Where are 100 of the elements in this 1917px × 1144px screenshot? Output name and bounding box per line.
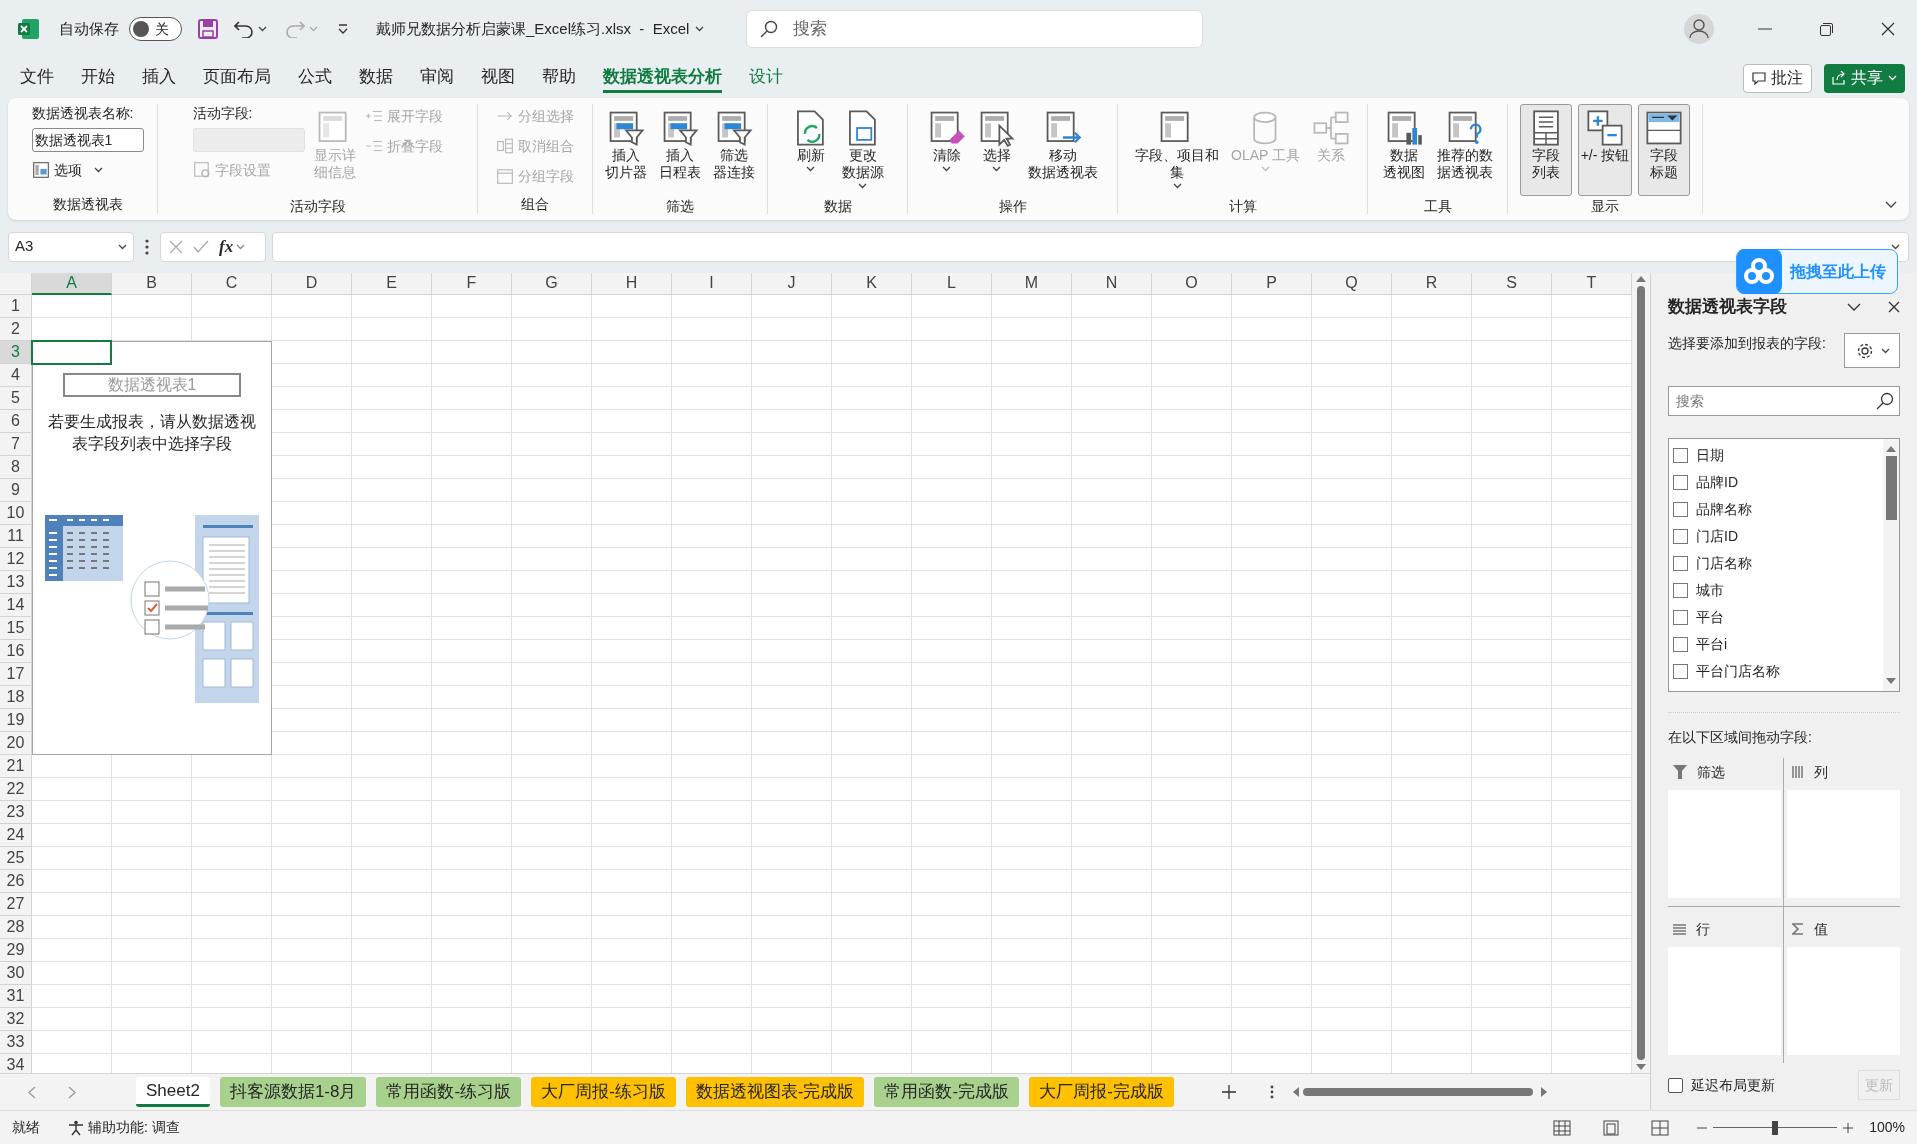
row-header[interactable]: 28: [0, 916, 32, 939]
field-checkbox[interactable]: [1673, 664, 1688, 679]
row-header[interactable]: 25: [0, 847, 32, 870]
ribbon-button[interactable]: 插入 日程表: [656, 104, 704, 196]
autosave-toggle[interactable]: 关: [129, 17, 182, 41]
column-header[interactable]: L: [912, 273, 992, 295]
field-label[interactable]: 门店ID: [1696, 526, 1738, 547]
sheet-tab[interactable]: 数据透视图表-完成版: [685, 1077, 865, 1107]
ribbon-button[interactable]: 推荐的数 据透视表: [1433, 104, 1496, 196]
row-header[interactable]: 23: [0, 801, 32, 824]
formula-input[interactable]: [272, 231, 1909, 262]
ribbon-button[interactable]: 选项: [31, 158, 144, 182]
row-header[interactable]: 12: [0, 548, 32, 571]
row-header[interactable]: 33: [0, 1031, 32, 1054]
restore-icon[interactable]: [1820, 22, 1833, 36]
field-checkbox[interactable]: [1673, 475, 1688, 490]
sheet-tab[interactable]: Sheet2: [136, 1077, 210, 1107]
page-layout-icon[interactable]: [1603, 1119, 1620, 1136]
row-header[interactable]: 31: [0, 985, 32, 1008]
scroll-down-icon[interactable]: [1636, 1064, 1646, 1071]
cell-grid[interactable]: [32, 295, 1632, 1073]
ribbon-tab[interactable]: 数据透视表分析: [603, 63, 722, 93]
collapse-ribbon-icon[interactable]: [1885, 201, 1897, 208]
column-header[interactable]: O: [1152, 273, 1232, 295]
field-label[interactable]: 平台门店名称: [1696, 661, 1780, 682]
scrollbar-thumb[interactable]: [1885, 456, 1897, 520]
column-header[interactable]: Q: [1312, 273, 1392, 295]
customize-toolbar-icon[interactable]: [338, 24, 348, 34]
ribbon-button[interactable]: 字段 标题: [1638, 104, 1691, 196]
chevron-down-icon[interactable]: [1847, 303, 1861, 311]
ribbon-button[interactable]: 移动 数据透视表: [1024, 104, 1101, 196]
check-icon[interactable]: [193, 240, 209, 253]
column-header[interactable]: F: [432, 273, 512, 295]
column-header[interactable]: A: [32, 273, 112, 295]
row-header[interactable]: 24: [0, 824, 32, 847]
field-label[interactable]: 品牌名称: [1696, 499, 1752, 520]
row-header[interactable]: 32: [0, 1008, 32, 1031]
ribbon-button[interactable]: 筛选 器连接: [710, 104, 758, 196]
ribbon-tab[interactable]: 视图: [481, 63, 515, 93]
ribbon-button[interactable]: 更改 数据源: [838, 104, 887, 196]
scroll-left-icon[interactable]: [1291, 1087, 1299, 1097]
field-checkbox[interactable]: [1673, 637, 1688, 652]
accessibility-status[interactable]: 辅助功能: 调查: [88, 1117, 180, 1138]
field-label[interactable]: 品牌ID: [1696, 472, 1738, 493]
row-header[interactable]: 16: [0, 640, 32, 663]
column-header[interactable]: H: [592, 273, 672, 295]
row-header[interactable]: 13: [0, 571, 32, 594]
column-header[interactable]: K: [832, 273, 912, 295]
row-header[interactable]: 19: [0, 709, 32, 732]
row-header[interactable]: 4: [0, 364, 32, 387]
defer-checkbox[interactable]: [1668, 1077, 1683, 1093]
more-options-icon[interactable]: [145, 238, 149, 255]
ribbon-button[interactable]: 刷新: [788, 104, 833, 196]
row-header[interactable]: 21: [0, 755, 32, 778]
zoom-in-icon[interactable]: [1843, 1122, 1854, 1133]
share-button[interactable]: 共享: [1824, 63, 1905, 93]
row-header[interactable]: 17: [0, 663, 32, 686]
field-checkbox[interactable]: [1673, 502, 1688, 517]
field-label[interactable]: 平台: [1696, 607, 1724, 628]
ribbon-tab[interactable]: 页面布局: [203, 63, 271, 93]
row-header[interactable]: 7: [0, 433, 32, 456]
column-header[interactable]: R: [1392, 273, 1472, 295]
column-header[interactable]: S: [1472, 273, 1552, 295]
avatar-icon[interactable]: [1684, 14, 1714, 44]
row-header[interactable]: 27: [0, 893, 32, 916]
normal-view-icon[interactable]: [1553, 1119, 1572, 1136]
save-icon[interactable]: [198, 19, 218, 39]
row-header[interactable]: 26: [0, 870, 32, 893]
row-header[interactable]: 14: [0, 594, 32, 617]
ribbon-button[interactable]: 选择: [974, 104, 1019, 196]
column-header[interactable]: D: [272, 273, 352, 295]
insert-function-button[interactable]: fx: [219, 233, 246, 260]
scroll-up-icon[interactable]: [1886, 445, 1896, 452]
field-label[interactable]: 城市: [1696, 580, 1724, 601]
search-field[interactable]: 搜索: [746, 10, 1204, 48]
field-label[interactable]: 日期: [1696, 445, 1724, 466]
row-header[interactable]: 9: [0, 479, 32, 502]
next-sheet-icon[interactable]: [68, 1085, 76, 1099]
sheet-tab[interactable]: 大厂周报-练习版: [531, 1077, 676, 1107]
settings-button[interactable]: [1844, 333, 1900, 368]
previous-sheet-icon[interactable]: [28, 1085, 36, 1099]
scroll-up-icon[interactable]: [1636, 275, 1646, 282]
close-icon[interactable]: [1888, 301, 1900, 313]
undo-icon[interactable]: [234, 20, 254, 38]
row-header[interactable]: 10: [0, 502, 32, 525]
ribbon-tab[interactable]: 开始: [81, 63, 115, 93]
zoom-level[interactable]: 100%: [1869, 1117, 1905, 1138]
column-header[interactable]: J: [752, 273, 832, 295]
field-checkbox[interactable]: [1673, 448, 1688, 463]
zoom-out-icon[interactable]: [1697, 1126, 1708, 1129]
column-header[interactable]: G: [512, 273, 592, 295]
field-checkbox[interactable]: [1673, 610, 1688, 625]
row-header[interactable]: 15: [0, 617, 32, 640]
field-checkbox[interactable]: [1673, 556, 1688, 571]
row-header[interactable]: 5: [0, 387, 32, 410]
scrollbar-thumb[interactable]: [1637, 286, 1645, 1060]
row-header[interactable]: 8: [0, 456, 32, 479]
row-header[interactable]: 11: [0, 525, 32, 548]
ribbon-tab[interactable]: 审阅: [420, 63, 454, 93]
name-box[interactable]: A3: [8, 231, 134, 262]
